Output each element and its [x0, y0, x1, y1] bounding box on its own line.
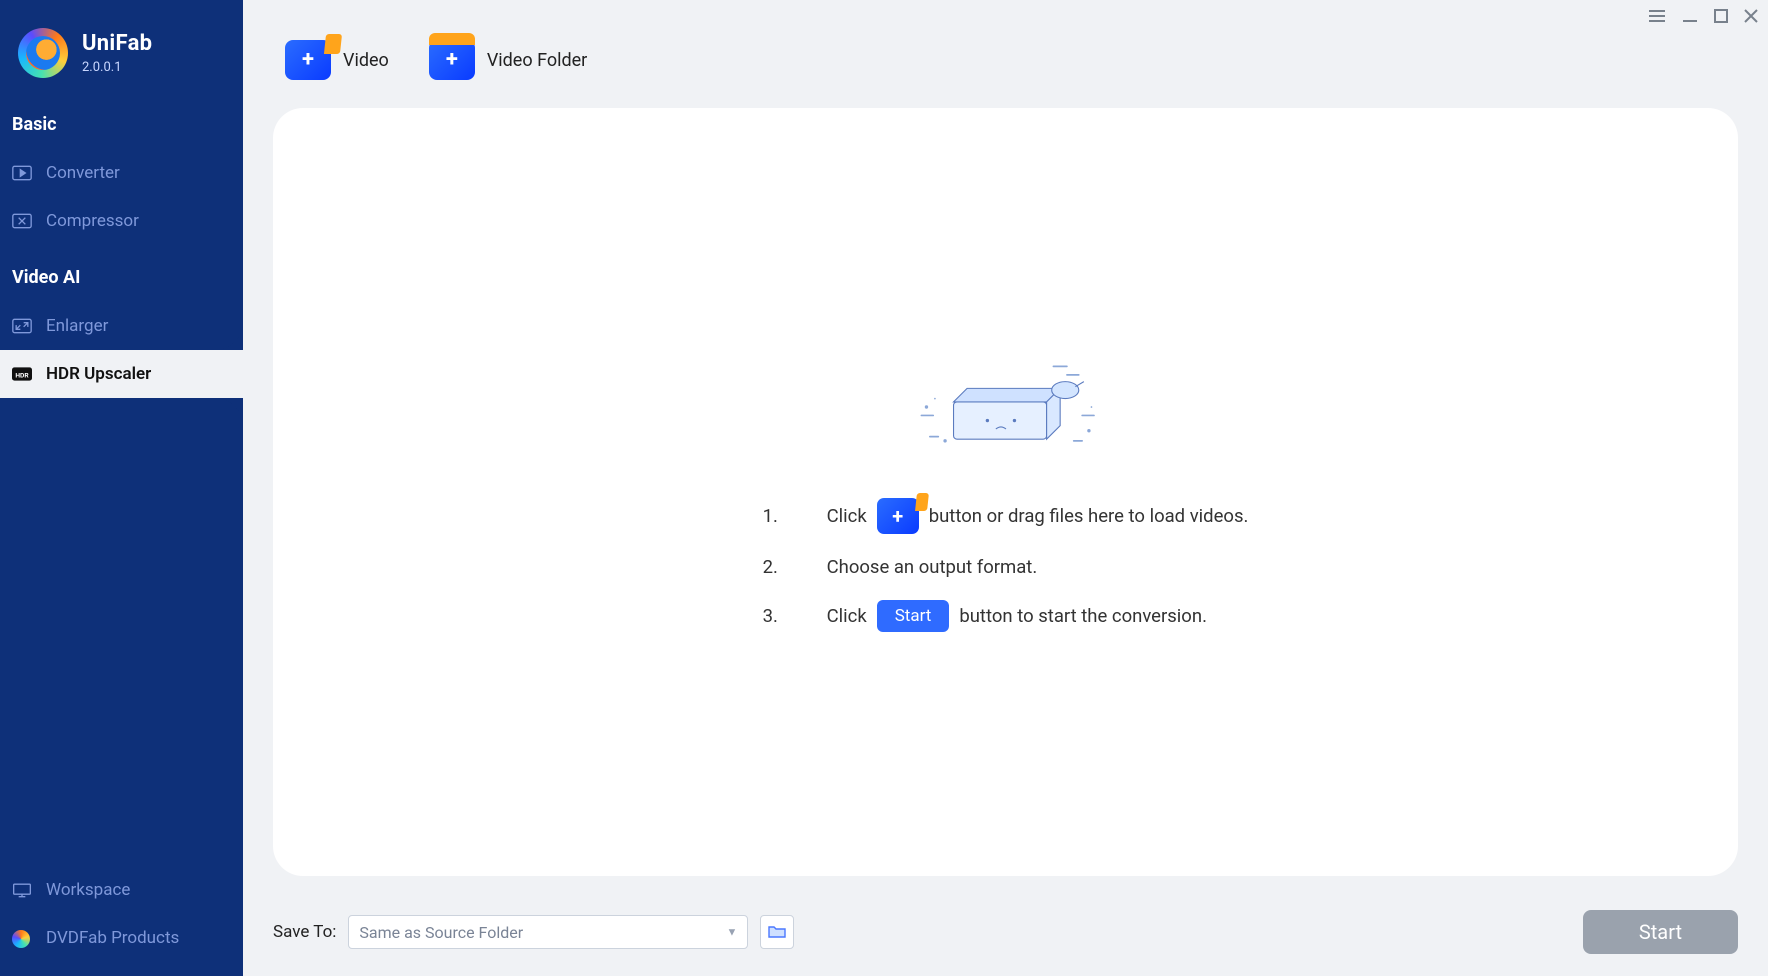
app-version: 2.0.0.1 [82, 60, 152, 75]
sidebar-item-label: Workspace [46, 880, 130, 900]
sidebar-item-enlarger[interactable]: Enlarger [0, 302, 243, 350]
main-area: + Video + Video Folder 1. [243, 0, 1768, 976]
start-button[interactable]: Start [1583, 910, 1738, 954]
monitor-icon [12, 882, 32, 898]
folder-icon [768, 923, 786, 942]
add-video-button[interactable]: + Video [285, 40, 389, 80]
toolbar: + Video + Video Folder [243, 0, 1768, 100]
sidebar-item-label: Enlarger [46, 316, 108, 336]
add-video-folder-label: Video Folder [487, 50, 587, 71]
sidebar-item-label: Compressor [46, 211, 139, 231]
window-controls [1648, 8, 1758, 27]
sidebar: UniFab 2.0.0.1 Basic Converter Compresso… [0, 0, 243, 976]
sidebar-item-label: Converter [46, 163, 120, 183]
instruction-step-1: 1. Click + button or drag files here to … [763, 498, 1249, 534]
step-text: button or drag files here to load videos… [929, 505, 1249, 527]
sidebar-item-converter[interactable]: Converter [0, 149, 243, 197]
step-number: 1. [763, 505, 817, 527]
app-name: UniFab [82, 31, 152, 56]
sidebar-section-videoai: Video AI [0, 245, 243, 302]
step-text: button to start the conversion. [959, 605, 1207, 627]
sidebar-item-compressor[interactable]: Compressor [0, 197, 243, 245]
step-text: Click [827, 505, 867, 527]
browse-folder-button[interactable] [760, 915, 794, 949]
maximize-icon[interactable] [1714, 8, 1728, 27]
drop-zone-card[interactable]: 1. Click + button or drag files here to … [273, 108, 1738, 876]
minimize-icon[interactable] [1682, 8, 1698, 27]
enlarge-icon [12, 318, 32, 334]
sidebar-item-hdr-upscaler[interactable]: HDR HDR Upscaler [0, 350, 243, 398]
app-logo-icon [18, 28, 68, 78]
add-video-label: Video [343, 50, 389, 71]
save-to-value: Same as Source Folder [359, 923, 523, 942]
step-number: 2. [763, 556, 817, 578]
dvdfab-icon [12, 930, 32, 946]
sidebar-item-label: HDR Upscaler [46, 364, 151, 384]
step-number: 3. [763, 605, 817, 627]
inline-start-badge: Start [877, 600, 950, 632]
save-to-select[interactable]: Same as Source Folder ▼ [348, 915, 748, 949]
instruction-step-3: 3. Click Start button to start the conve… [763, 600, 1249, 632]
instruction-steps: 1. Click + button or drag files here to … [763, 498, 1249, 632]
compress-icon [12, 213, 32, 229]
hdr-icon: HDR [12, 366, 32, 382]
app-logo-block: UniFab 2.0.0.1 [0, 0, 243, 108]
empty-box-illustration [896, 352, 1116, 462]
chevron-down-icon: ▼ [727, 926, 738, 939]
sidebar-item-workspace[interactable]: Workspace [0, 866, 243, 914]
svg-text:HDR: HDR [15, 371, 29, 379]
step-text: Choose an output format. [827, 556, 1038, 578]
sidebar-section-basic: Basic [0, 108, 243, 149]
instruction-step-2: 2. Choose an output format. [763, 556, 1249, 578]
inline-plus-video-icon: + [877, 498, 919, 534]
plus-video-icon: + [285, 40, 331, 80]
play-icon [12, 165, 32, 181]
sidebar-item-label: DVDFab Products [46, 928, 179, 948]
save-to-label: Save To: [273, 922, 336, 942]
plus-folder-icon: + [429, 40, 475, 80]
sidebar-item-dvdfab-products[interactable]: DVDFab Products [0, 914, 243, 976]
step-text: Click [827, 605, 867, 627]
bottom-bar: Save To: Same as Source Folder ▼ Start [243, 896, 1768, 976]
close-icon[interactable] [1744, 8, 1758, 27]
hamburger-menu-icon[interactable] [1648, 8, 1666, 27]
add-video-folder-button[interactable]: + Video Folder [429, 40, 587, 80]
